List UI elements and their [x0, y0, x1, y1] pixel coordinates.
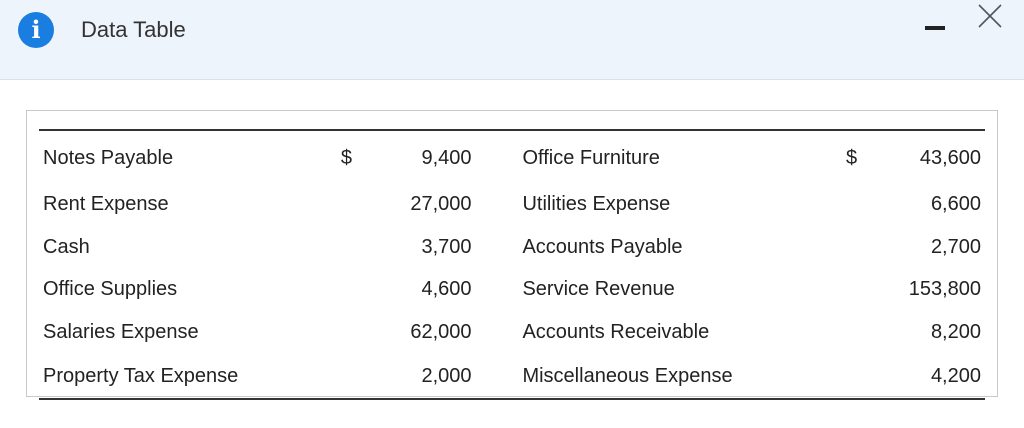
currency-symbol — [846, 354, 893, 399]
row-label: Cash — [43, 235, 90, 258]
dialog-title: Data Table — [81, 17, 186, 42]
close-icon — [978, 4, 1002, 28]
close-button[interactable] — [976, 2, 1004, 30]
currency-symbol — [846, 269, 893, 312]
table-row: Salaries Expense 62,000 Accounts Receivabl… — [39, 311, 985, 354]
row-label: Accounts Receivable — [522, 321, 710, 344]
row-amount: 8,200 — [930, 321, 981, 344]
data-table-dialog: i Data Table Notes Payable $9,400 Office F… — [0, 0, 1024, 428]
currency-symbol — [846, 183, 893, 226]
column-gap — [472, 354, 523, 399]
row-label: Office Supplies — [43, 278, 178, 301]
row-amount: 153,800 — [908, 278, 981, 301]
column-gap — [472, 183, 523, 226]
currency-symbol: $ — [340, 146, 352, 169]
row-label: Miscellaneous Expense — [522, 364, 733, 387]
data-panel: Notes Payable $9,400 Office Furniture $43,6… — [26, 110, 998, 401]
row-amount: 3,700 — [421, 235, 472, 258]
row-label: Utilities Expense — [522, 192, 671, 215]
row-amount: 2,000 — [421, 364, 472, 387]
currency-symbol — [341, 226, 388, 269]
row-label: Service Revenue — [522, 278, 675, 301]
currency-symbol — [341, 269, 388, 312]
dialog-header: i Data Table — [0, 0, 1024, 80]
row-label: Office Furniture — [522, 146, 660, 169]
column-gap — [472, 130, 523, 183]
currency-symbol — [341, 183, 388, 226]
row-amount: 9,400 — [421, 146, 472, 169]
minimize-button[interactable] — [920, 14, 950, 38]
row-label: Salaries Expense — [43, 321, 199, 344]
data-table: Notes Payable $9,400 Office Furniture $43,6… — [39, 129, 985, 401]
currency-symbol — [341, 311, 388, 354]
row-amount: 27,000 — [410, 192, 472, 215]
row-label: Accounts Payable — [522, 235, 683, 258]
table-row: Rent Expense 27,000 Utilities Expense 6,600 — [39, 183, 985, 226]
table-row: Notes Payable $9,400 Office Furniture $43,6… — [39, 130, 985, 183]
row-amount: 43,600 — [919, 146, 981, 169]
row-label: Rent Expense — [43, 192, 169, 215]
row-amount: 4,200 — [930, 364, 981, 387]
currency-symbol — [846, 311, 893, 354]
minimize-icon — [925, 26, 945, 30]
currency-symbol — [341, 354, 388, 399]
row-label: Property Tax Expense — [43, 364, 239, 387]
row-amount: 2,700 — [930, 235, 981, 258]
column-gap — [472, 226, 523, 269]
currency-symbol — [846, 226, 893, 269]
info-icon: i — [18, 12, 54, 48]
table-row: Property Tax Expense 2,000 Miscellaneous E… — [39, 354, 985, 399]
row-amount: 4,600 — [421, 278, 472, 301]
row-amount: 62,000 — [410, 321, 472, 344]
column-gap — [472, 269, 523, 312]
row-amount: 6,600 — [930, 192, 981, 215]
table-row: Office Supplies 4,600 Service Revenue 153,8… — [39, 269, 985, 312]
table-row: Cash 3,700 Accounts Payable 2,700 — [39, 226, 985, 269]
currency-symbol: $ — [846, 146, 858, 169]
row-label: Notes Payable — [43, 146, 174, 169]
column-gap — [472, 311, 523, 354]
